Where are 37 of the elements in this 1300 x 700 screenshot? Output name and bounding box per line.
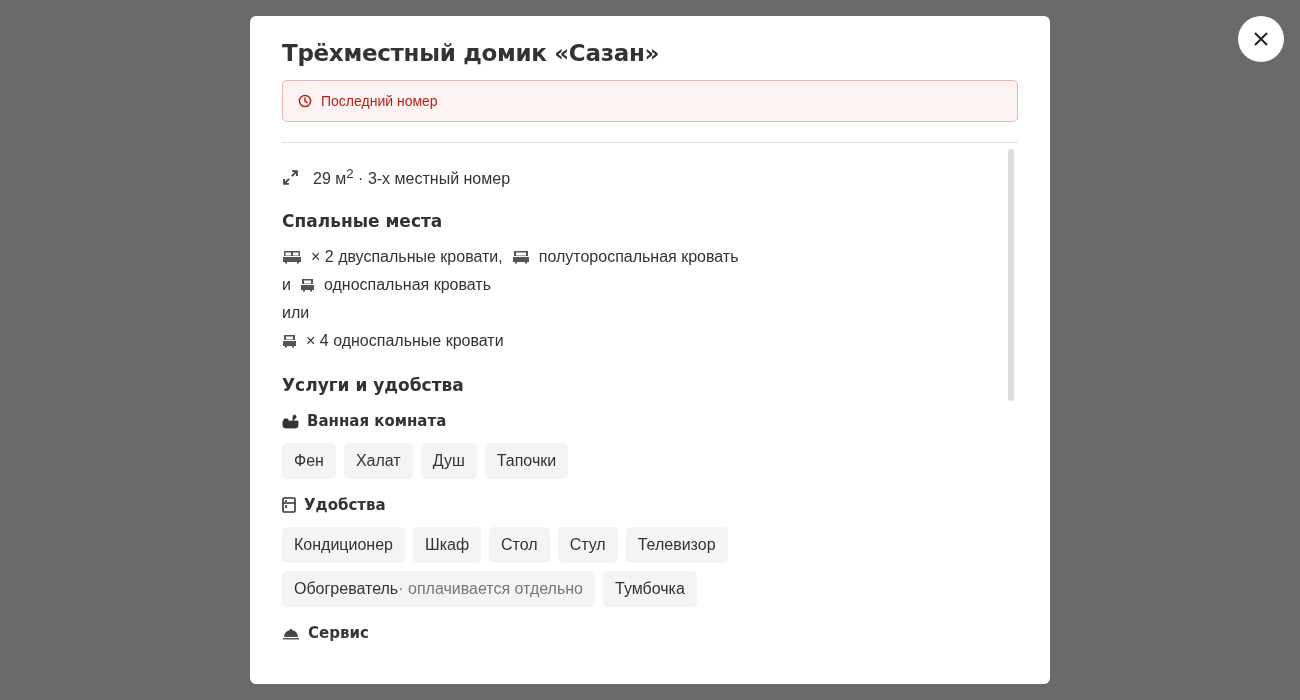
alert-text: Последний номер (321, 93, 438, 109)
scrollbar-thumb[interactable] (1008, 149, 1014, 401)
amenity-tag: Душ (420, 443, 477, 479)
amenity-tag: Телевизор (625, 527, 728, 563)
amenity-tag: Халат (343, 443, 413, 479)
group-title: Ванная комната (307, 412, 447, 430)
close-button[interactable] (1238, 16, 1284, 62)
amenity-tag: Тумбочка (603, 571, 697, 607)
fridge-icon (282, 497, 296, 513)
service-bell-icon (282, 626, 300, 640)
bed-text: и (282, 276, 291, 294)
clock-icon (298, 94, 312, 108)
bed-icon (299, 278, 315, 292)
section-heading: Услуги и удобства (282, 374, 465, 397)
bathtub-icon (282, 413, 299, 429)
bed-text: или (282, 304, 310, 322)
amenity-tag: Тапочки (484, 443, 569, 479)
amenity-tag: Стол (489, 527, 550, 563)
bed-text: × 2 двуспальные кровати, (311, 248, 503, 266)
expand-icon (282, 168, 299, 186)
group-title: Сервис (308, 624, 369, 642)
bed-icon (282, 334, 297, 348)
amenity-tag: Фен (282, 443, 336, 479)
bed-icon (511, 250, 530, 264)
amenity-tag: Кондиционер (282, 527, 405, 563)
amenity-tag: Шкаф (412, 527, 482, 563)
bed-text: полутороспальная кровать (538, 248, 739, 266)
close-icon (1253, 31, 1269, 47)
amenity-tag: Стул (557, 527, 618, 563)
bed-text: × 4 односпальные кровати (306, 332, 504, 350)
amenity-tag: Обогреватель· оплачивается отдельно (282, 571, 595, 607)
room-size-text: 29 м$^{2}$ · 3-х местный номер (313, 165, 511, 189)
group-title: Удобства (304, 496, 386, 514)
section-heading: Спальные места (282, 210, 444, 233)
bed-text: односпальная кровать (323, 276, 491, 294)
room-title: Трёхместный домик «Сазан» (282, 39, 661, 68)
double-bed-icon (282, 250, 302, 264)
